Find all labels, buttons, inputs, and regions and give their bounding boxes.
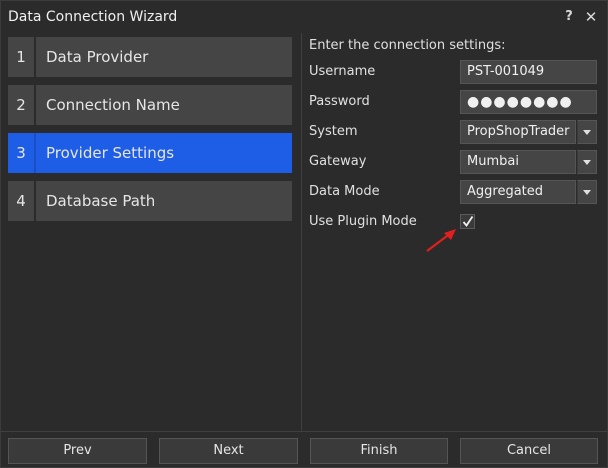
settings-prompt: Enter the connection settings: (309, 38, 506, 53)
vertical-divider (301, 33, 302, 431)
checkmark-icon (462, 216, 474, 227)
data-mode-select[interactable]: Aggregated (460, 180, 576, 204)
system-dropdown-button[interactable] (577, 120, 597, 144)
gateway-row: Gateway Mumbai (309, 150, 599, 174)
plugin-mode-checkbox[interactable] (460, 214, 475, 229)
step-database-path[interactable]: 4 Database Path (8, 181, 292, 221)
next-button[interactable]: Next (159, 438, 298, 464)
finish-button[interactable]: Finish (310, 438, 448, 464)
cancel-button[interactable]: Cancel (460, 438, 598, 464)
system-row: System PropShopTrader (309, 120, 599, 144)
step-label: Database Path (46, 192, 156, 210)
data-mode-row: Data Mode Aggregated (309, 180, 599, 204)
password-row: Password ●●●●●●●● (309, 90, 599, 114)
prev-button[interactable]: Prev (8, 438, 147, 464)
password-label: Password (309, 94, 370, 109)
close-button[interactable]: ✕ (582, 7, 600, 27)
data-mode-label: Data Mode (309, 184, 380, 199)
data-mode-dropdown-button[interactable] (577, 180, 597, 204)
step-label: Data Provider (46, 48, 149, 66)
step-number: 2 (8, 85, 36, 125)
chevron-down-icon (583, 160, 591, 165)
gateway-select[interactable]: Mumbai (460, 150, 576, 174)
plugin-mode-label: Use Plugin Mode (309, 214, 417, 229)
step-number: 1 (8, 37, 36, 77)
step-provider-settings[interactable]: 3 Provider Settings (8, 133, 292, 173)
footer-divider (1, 431, 607, 432)
username-row: Username PST-001049 (309, 60, 599, 84)
system-label: System (309, 124, 358, 139)
step-label: Provider Settings (46, 144, 175, 162)
window-title: Data Connection Wizard (8, 9, 178, 25)
username-field[interactable]: PST-001049 (460, 60, 597, 84)
step-label: Connection Name (46, 96, 180, 114)
data-connection-wizard-window: Data Connection Wizard ? ✕ 1 Data Provid… (0, 0, 608, 468)
password-field[interactable]: ●●●●●●●● (460, 90, 597, 114)
gateway-label: Gateway (309, 154, 367, 169)
step-data-provider[interactable]: 1 Data Provider (8, 37, 292, 77)
step-number: 4 (8, 181, 36, 221)
annotation-arrow-icon (426, 229, 456, 252)
username-label: Username (309, 64, 376, 79)
step-number: 3 (8, 133, 36, 173)
system-select[interactable]: PropShopTrader (460, 120, 576, 144)
step-connection-name[interactable]: 2 Connection Name (8, 85, 292, 125)
chevron-down-icon (583, 130, 591, 135)
chevron-down-icon (583, 190, 591, 195)
title-bar: Data Connection Wizard ? ✕ (1, 1, 607, 33)
gateway-dropdown-button[interactable] (577, 150, 597, 174)
help-button[interactable]: ? (560, 7, 578, 27)
